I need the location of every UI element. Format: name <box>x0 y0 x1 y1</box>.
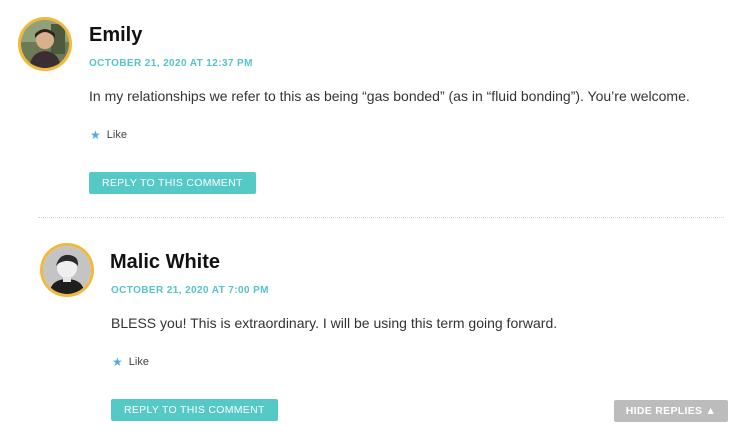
like-button[interactable]: ★ Like <box>112 355 149 369</box>
comment-author[interactable]: Emily <box>89 23 142 47</box>
reply-button[interactable]: REPLY TO THIS COMMENT <box>111 399 278 421</box>
comment-date-link[interactable]: OCTOBER 21, 2020 AT 12:37 PM <box>89 58 253 70</box>
like-label: Like <box>128 356 149 368</box>
comment-divider <box>38 217 724 218</box>
like-label: Like <box>106 129 127 141</box>
hide-replies-label: HIDE REPLIES <box>625 405 703 417</box>
star-icon: ★ <box>112 355 123 369</box>
comment-author[interactable]: Malic White <box>110 250 220 274</box>
triangle-up-icon: ▲ <box>705 405 717 417</box>
avatar[interactable] <box>40 243 94 297</box>
comment-date-link[interactable]: OCTOBER 21, 2020 AT 7:00 PM <box>111 285 269 297</box>
reply-button[interactable]: REPLY TO THIS COMMENT <box>89 172 256 194</box>
avatar[interactable] <box>18 17 72 71</box>
hide-replies-button[interactable]: HIDE REPLIES ▲ <box>614 400 728 422</box>
star-icon: ★ <box>90 128 101 142</box>
comment-text: BLESS you! This is extraordinary. I will… <box>111 315 558 331</box>
comment-text: In my relationships we refer to this as … <box>89 88 690 104</box>
like-button[interactable]: ★ Like <box>90 128 127 142</box>
